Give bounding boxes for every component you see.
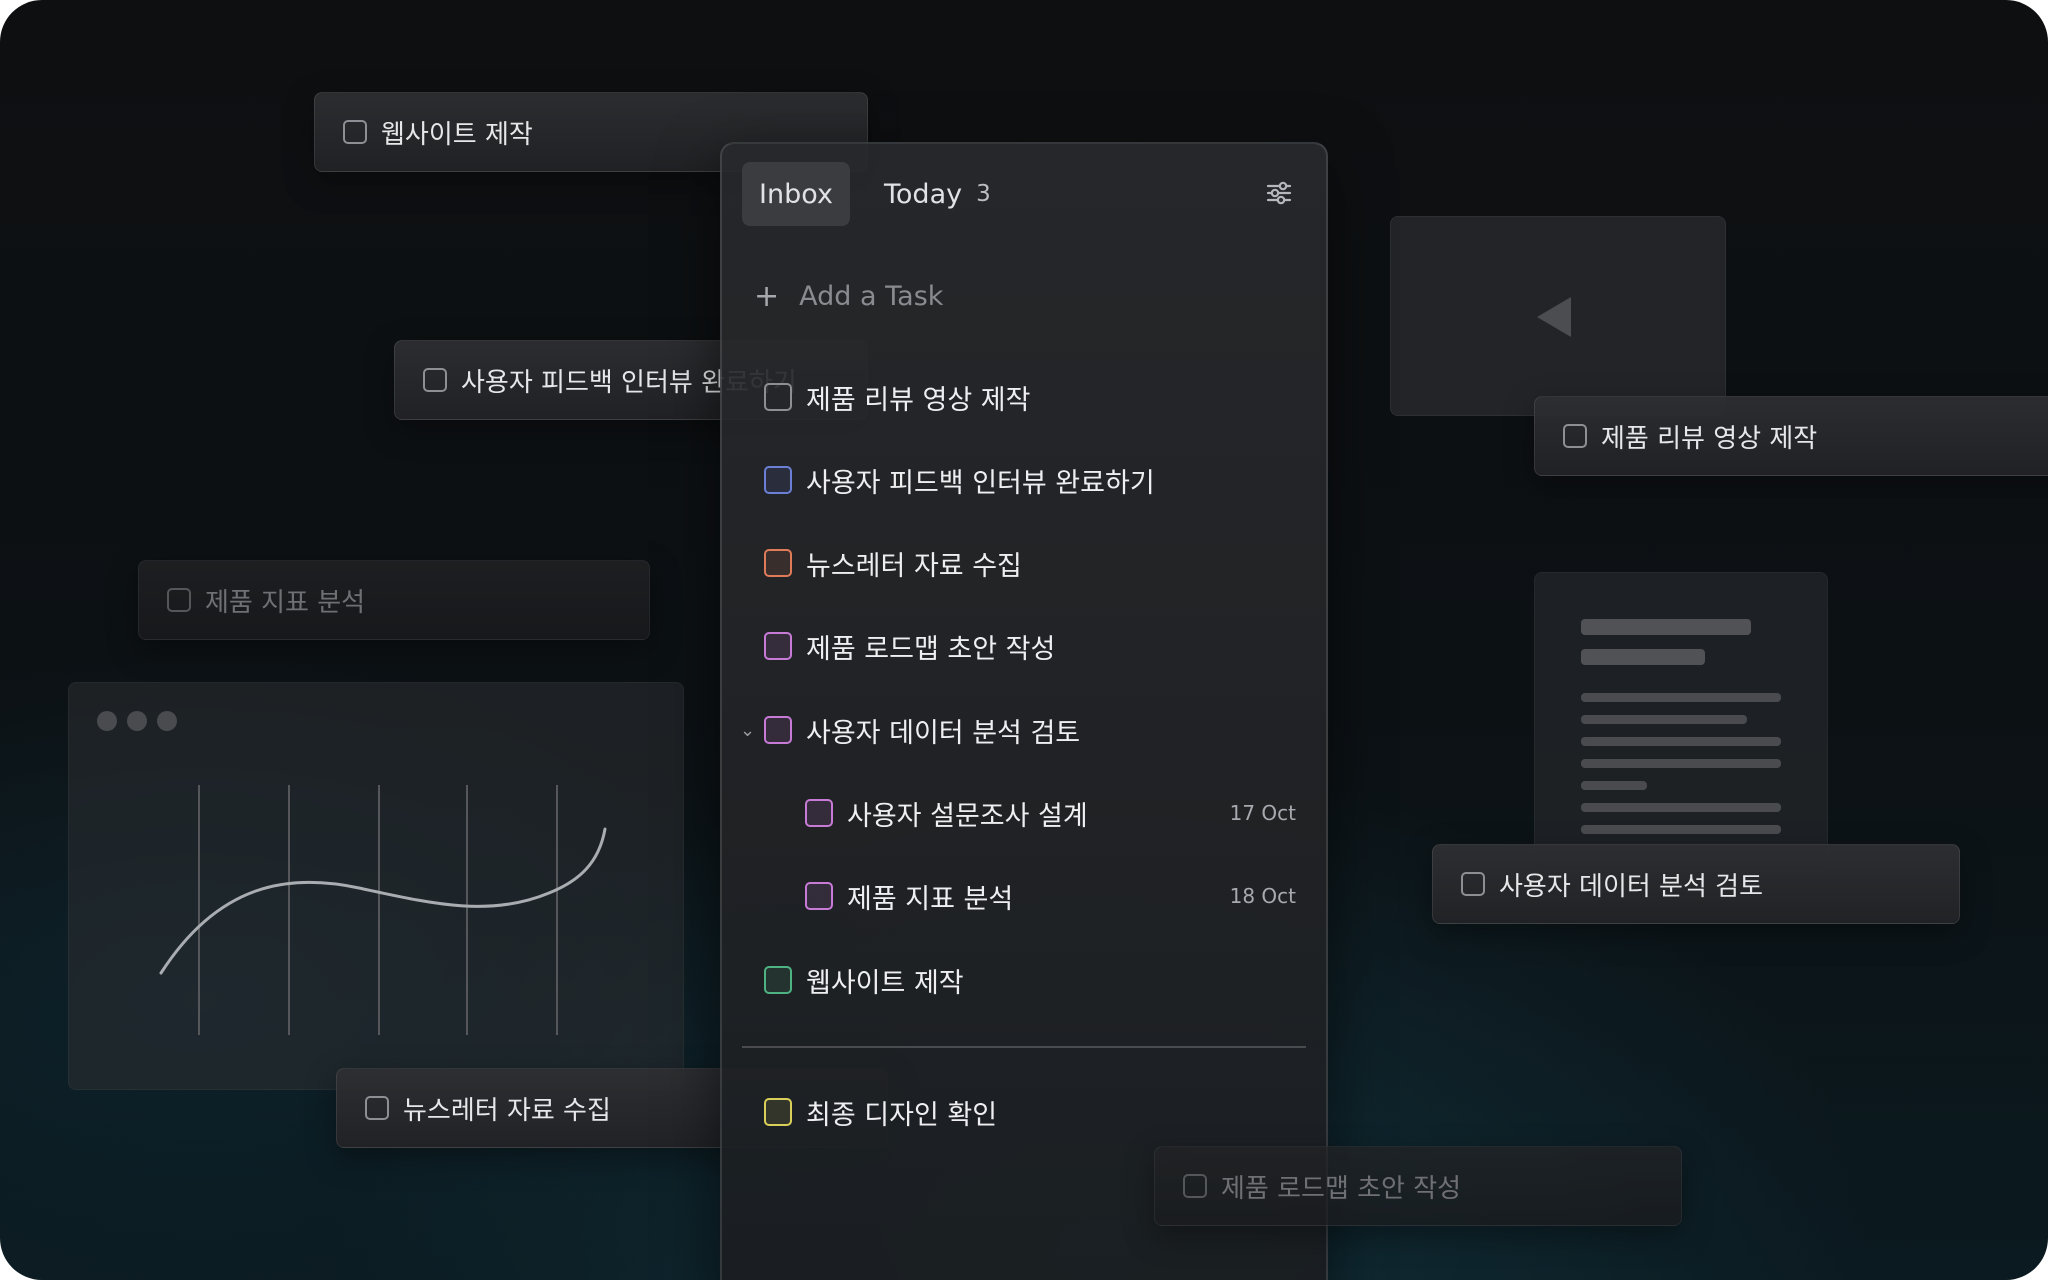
doc-text-line (1581, 693, 1781, 702)
task-label: 제품 로드맵 초안 작성 (1221, 1173, 1462, 1204)
tab-today[interactable]: Today 3 (884, 162, 991, 226)
floating-task-card[interactable]: 제품 로드맵 초안 작성 (1154, 1146, 1682, 1226)
task-label: 사용자 피드백 인터뷰 완료하기 (806, 467, 1155, 499)
floating-task-card[interactable]: 제품 지표 분석 (138, 560, 650, 640)
doc-text-line (1581, 715, 1747, 724)
task-checkbox[interactable] (365, 1096, 389, 1120)
task-checkbox[interactable] (423, 368, 447, 392)
task-checkbox[interactable] (343, 120, 367, 144)
doc-text-line (1581, 737, 1781, 746)
task-label: 제품 리뷰 영상 제작 (806, 384, 1031, 416)
task-label: 제품 지표 분석 (205, 587, 366, 618)
add-task-input[interactable]: + Add a Task (754, 274, 943, 318)
task-label: 사용자 데이터 분석 검토 (806, 717, 1081, 749)
tab-label: Inbox (759, 178, 833, 210)
task-checkbox[interactable] (805, 882, 833, 910)
task-row[interactable]: 제품 로드맵 초안 작성 (722, 618, 1326, 674)
task-label: 최종 디자인 확인 (806, 1099, 998, 1131)
task-label: 제품 리뷰 영상 제작 (1601, 423, 1818, 454)
task-panel: Inbox Today 3 + Add a Task 제품 리뷰 영상 제작 사… (720, 142, 1328, 1280)
task-checkbox[interactable] (167, 588, 191, 612)
task-row[interactable]: 웹사이트 제작 (722, 952, 1326, 1008)
line-chart-illustration (159, 785, 607, 1035)
doc-heading-line (1581, 619, 1751, 635)
task-checkbox[interactable] (764, 1098, 792, 1126)
app-showcase-background: 웹사이트 제작 사용자 피드백 인터뷰 완료하기 제품 지표 분석 뉴스레터 자… (0, 0, 2048, 1280)
doc-heading-line (1581, 649, 1705, 665)
doc-text-line (1581, 781, 1647, 790)
sliders-icon[interactable] (1264, 178, 1294, 208)
task-label: 뉴스레터 자료 수집 (403, 1095, 611, 1126)
doc-text-line (1581, 803, 1781, 812)
task-checkbox[interactable] (1461, 872, 1485, 896)
tab-count-badge: 3 (976, 181, 991, 207)
chart-window (68, 682, 684, 1090)
subtask-row[interactable]: 사용자 설문조사 설계 17 Oct (722, 785, 1326, 841)
doc-text-line (1581, 825, 1781, 834)
floating-task-card[interactable]: 제품 리뷰 영상 제작 (1534, 396, 2048, 476)
task-label: 사용자 설문조사 설계 (847, 800, 1088, 832)
floating-task-card[interactable]: 사용자 데이터 분석 검토 (1432, 844, 1960, 924)
tab-label: Today (884, 178, 963, 210)
task-checkbox[interactable] (764, 966, 792, 994)
due-date: 18 Oct (1229, 884, 1296, 908)
task-row[interactable]: 제품 리뷰 영상 제작 (722, 369, 1326, 425)
task-label: 제품 지표 분석 (847, 883, 1014, 915)
tab-inbox[interactable]: Inbox (742, 162, 850, 226)
plus-icon: + (754, 278, 780, 314)
document-preview-window (1534, 572, 1828, 872)
task-label: 웹사이트 제작 (806, 967, 964, 999)
doc-text-line (1581, 759, 1781, 768)
task-label: 뉴스레터 자료 수집 (806, 550, 1022, 582)
task-checkbox[interactable] (805, 799, 833, 827)
task-row[interactable]: 사용자 피드백 인터뷰 완료하기 (722, 452, 1326, 508)
add-task-placeholder: Add a Task (799, 280, 944, 312)
task-label: 웹사이트 제작 (381, 119, 533, 150)
task-checkbox[interactable] (1563, 424, 1587, 448)
task-checkbox[interactable] (764, 466, 792, 494)
task-label: 제품 로드맵 초안 작성 (806, 633, 1056, 665)
task-checkbox[interactable] (764, 549, 792, 577)
due-date: 17 Oct (1229, 801, 1296, 825)
task-checkbox[interactable] (764, 383, 792, 411)
video-preview-window (1390, 216, 1726, 416)
task-label: 사용자 데이터 분석 검토 (1499, 871, 1763, 902)
task-row[interactable]: ⌄ 사용자 데이터 분석 검토 (722, 702, 1326, 758)
task-checkbox[interactable] (764, 716, 792, 744)
chevron-down-icon[interactable]: ⌄ (740, 720, 755, 741)
task-row[interactable]: 뉴스레터 자료 수집 (722, 535, 1326, 591)
task-row[interactable]: 최종 디자인 확인 (722, 1084, 1326, 1140)
play-back-icon (1537, 297, 1571, 337)
subtask-row[interactable]: 제품 지표 분석 18 Oct (722, 868, 1326, 924)
task-checkbox[interactable] (1183, 1174, 1207, 1198)
task-checkbox[interactable] (764, 632, 792, 660)
section-divider (742, 1046, 1306, 1048)
